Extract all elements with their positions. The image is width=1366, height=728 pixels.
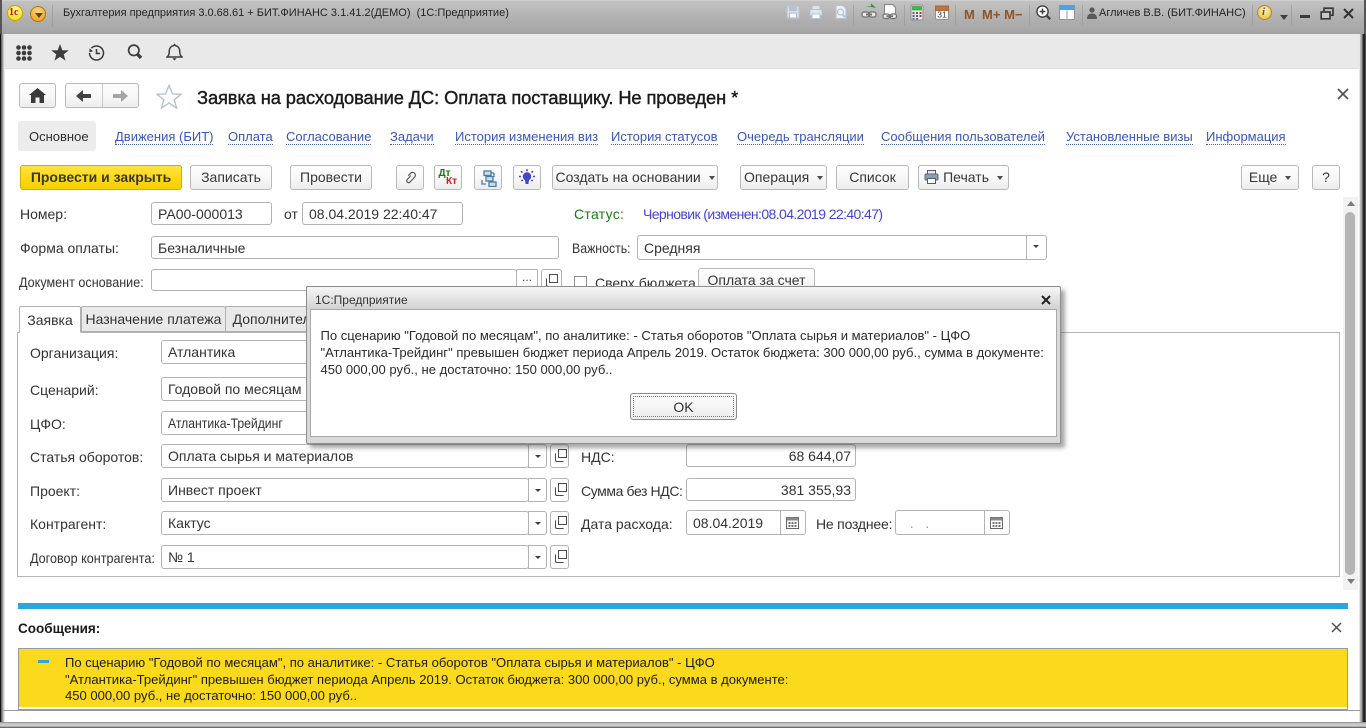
- svg-text:31: 31: [937, 10, 947, 20]
